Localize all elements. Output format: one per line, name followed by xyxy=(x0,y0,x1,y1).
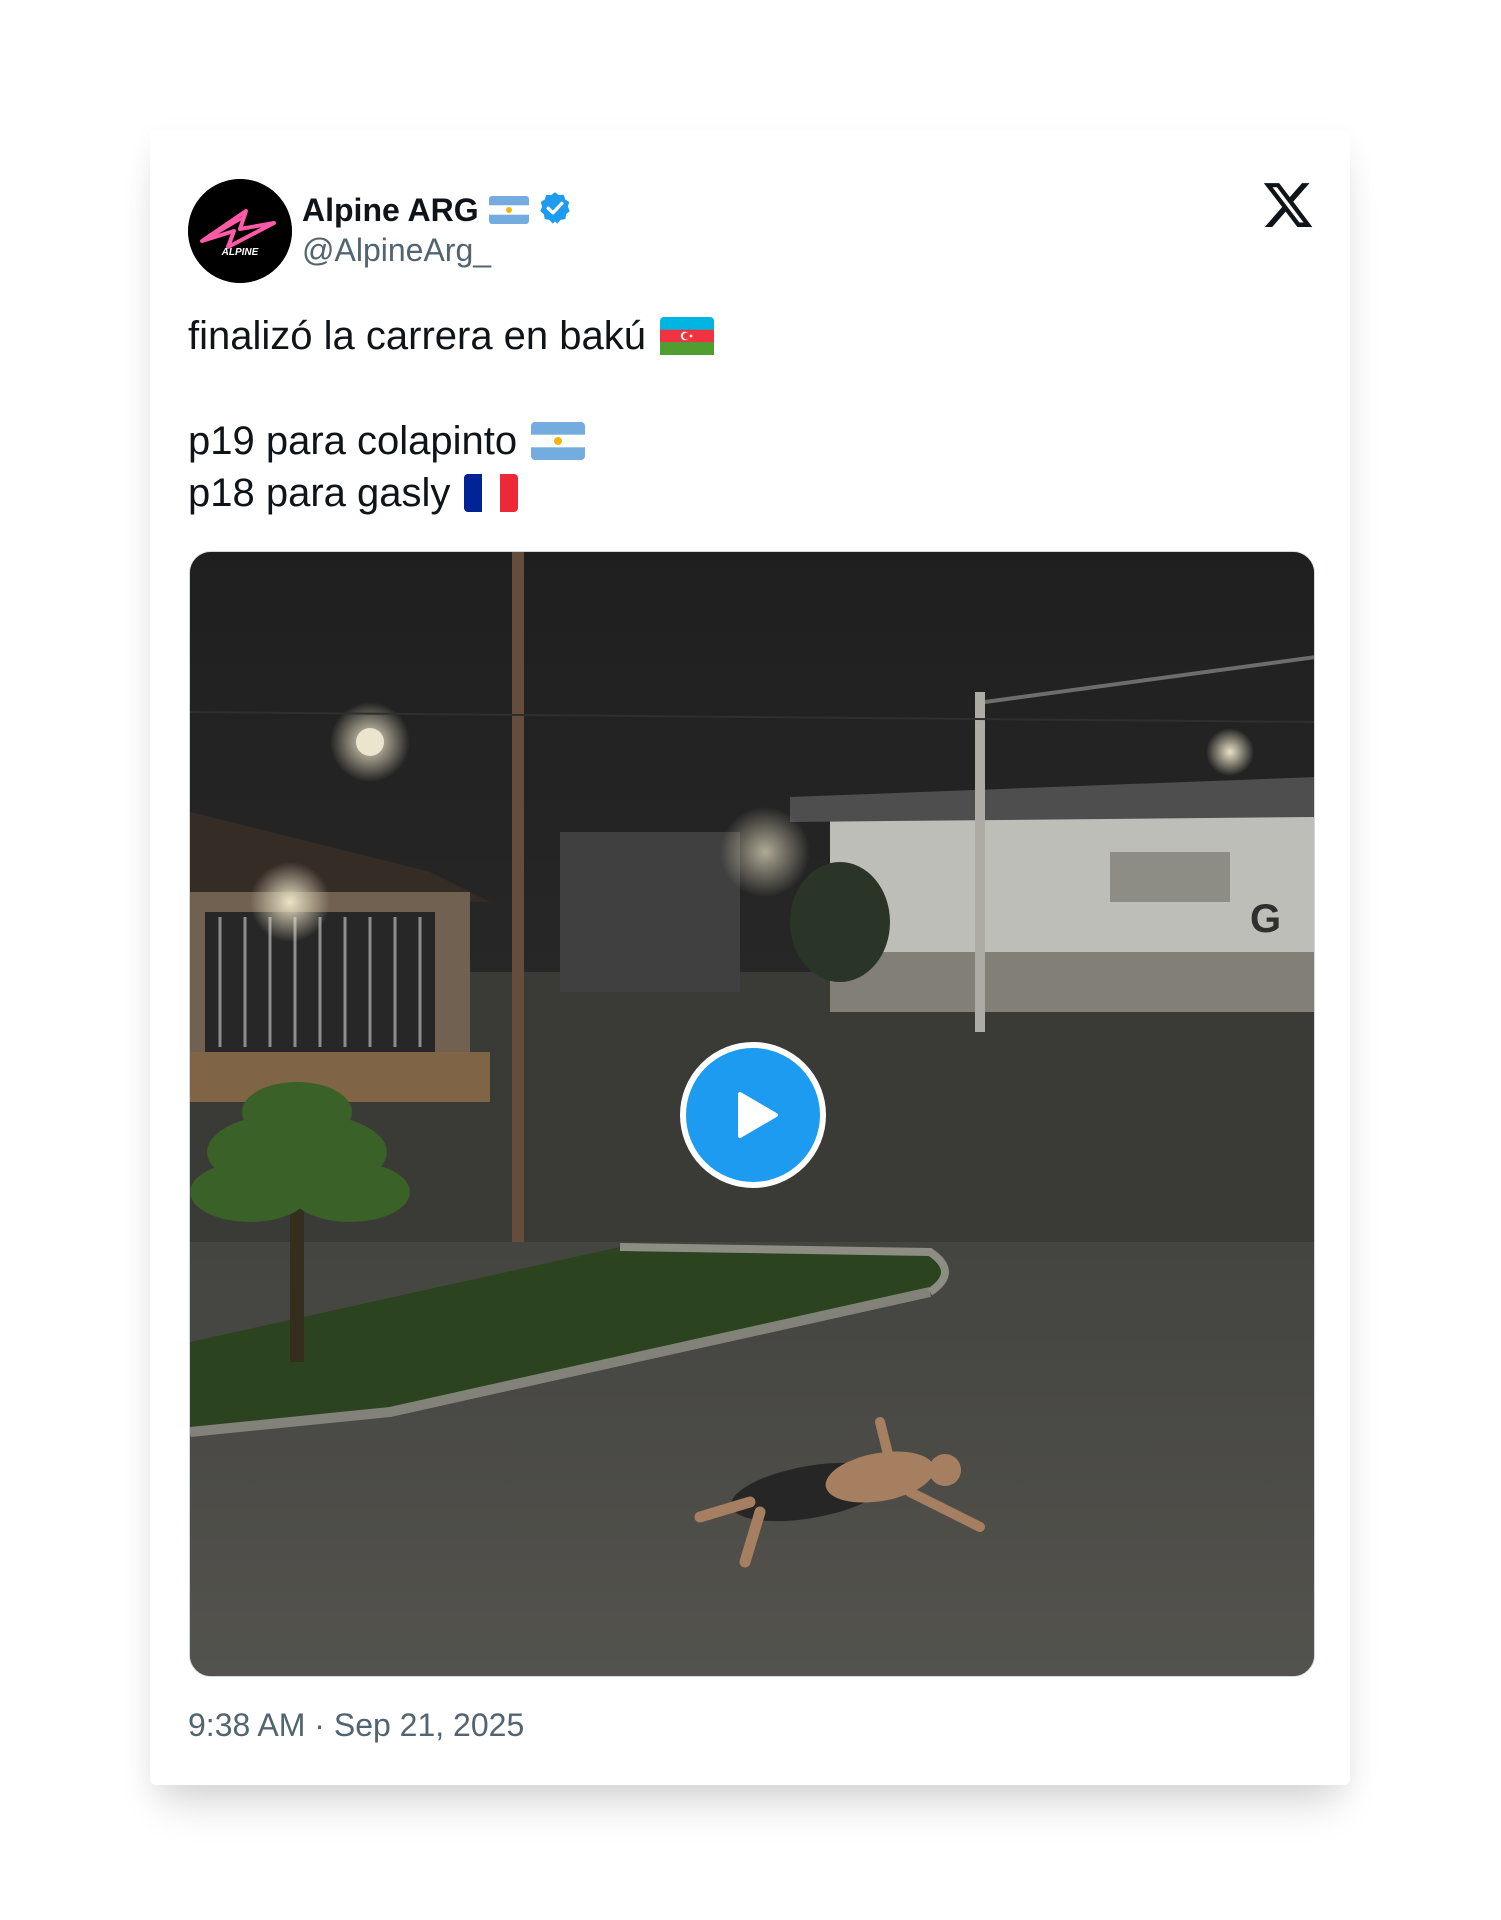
play-button[interactable] xyxy=(680,1042,826,1188)
x-logo-icon[interactable] xyxy=(1261,178,1315,232)
tweet-timestamp[interactable]: 9:38 AM · Sep 21, 2025 xyxy=(188,1707,524,1744)
tweet-line-text: finalizó la carrera en bakú xyxy=(188,314,647,358)
tweet-line: finalizó la carrera en bakú xyxy=(188,310,1288,362)
play-icon xyxy=(738,1092,778,1138)
tweet-line-break xyxy=(188,362,1288,415)
tweet-card: ALPINE Alpine ARG @AlpineArg_ finalizó l… xyxy=(150,130,1350,1785)
svg-text:ALPINE: ALPINE xyxy=(221,247,259,258)
tweet-line-text: p19 para colapinto xyxy=(188,419,518,463)
tweet-line-text: p18 para gasly xyxy=(188,471,451,515)
argentina-flag-icon xyxy=(531,422,586,460)
tweet-line: p19 para colapinto xyxy=(188,415,1288,467)
avatar[interactable]: ALPINE xyxy=(188,179,292,283)
verified-badge-icon xyxy=(537,190,573,231)
video-player[interactable]: G xyxy=(189,551,1315,1677)
argentina-flag-icon xyxy=(488,196,529,224)
tweet-text: finalizó la carrera en bakú p19 para col… xyxy=(188,310,1288,519)
alpine-logo-icon: ALPINE xyxy=(188,179,292,283)
author-display-name[interactable]: Alpine ARG xyxy=(302,192,479,229)
azerbaijan-flag-icon xyxy=(660,317,715,355)
france-flag-icon xyxy=(464,474,519,512)
tweet-line: p18 para gasly xyxy=(188,467,1288,519)
author-name-row: Alpine ARG xyxy=(302,188,573,232)
author-handle[interactable]: @AlpineArg_ xyxy=(302,232,491,269)
